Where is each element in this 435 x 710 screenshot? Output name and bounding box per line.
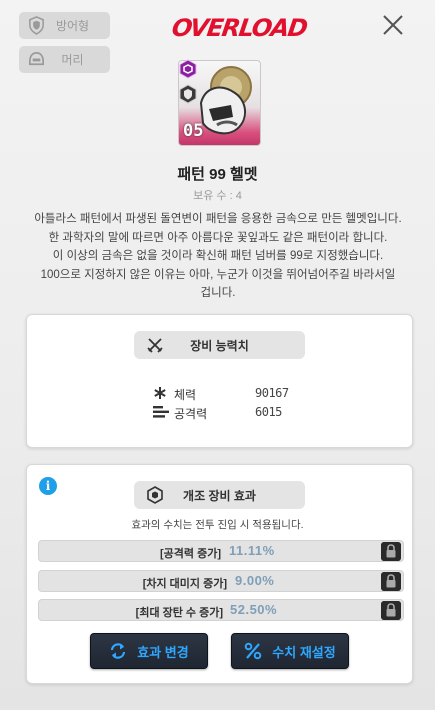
- effect-value: 9.00%: [235, 573, 275, 588]
- overload-section-header: 개조 장비 효과: [134, 481, 305, 509]
- slot-tag-head: 머리: [19, 46, 110, 73]
- effect-label: [공격력 증가]: [160, 548, 221, 560]
- lock-icon[interactable]: [381, 601, 401, 620]
- stat-label-hp: 체력: [174, 388, 197, 402]
- effect-note: 효과의 수치는 전투 진입 시 적용됩니다.: [131, 519, 304, 531]
- description-line: 아틀라스 패턴에서 파생된 돌연변이 패턴을 응용한 금속으로 만든 헬멧입니다…: [34, 213, 402, 225]
- stats-header-label: 장비 능력치: [190, 338, 249, 353]
- lock-icon[interactable]: [381, 572, 401, 591]
- effect-value: 11.11%: [229, 543, 275, 558]
- item-name: 패턴 99 헬멧: [177, 166, 258, 183]
- stats-section-header: 장비 능력치: [134, 331, 305, 359]
- refresh-icon: [111, 643, 126, 659]
- percent-icon: [244, 642, 262, 660]
- close-icon[interactable]: [380, 12, 406, 38]
- effect-row: [최대 장탄 수 증가] 52.50%: [38, 599, 404, 621]
- change-effect-label: 효과 변경: [137, 644, 189, 660]
- stat-value-attack: 6015: [255, 405, 282, 419]
- effect-label: [최대 장탄 수 증가]: [135, 607, 223, 619]
- description-line: 이 이상의 금속은 없을 것이라 확신해 패턴 넘버를 99로 지정했습니다.: [52, 250, 384, 262]
- asterisk-icon: [154, 387, 166, 399]
- reset-values-button[interactable]: 수치 재설정: [231, 633, 349, 669]
- change-effect-button[interactable]: 효과 변경: [90, 633, 208, 669]
- crossed-swords-icon: [147, 338, 163, 353]
- description-line: 겁니다.: [200, 287, 236, 299]
- info-icon[interactable]: i: [39, 477, 57, 495]
- attack-bars-icon: [153, 406, 169, 418]
- stats-panel: 장비 능력치 체력 90167 공격력 6015: [26, 314, 413, 448]
- description-line: 100으로 지정하지 않은 이유는 아마, 누군가 이것을 뛰어넘어주길 바라서…: [40, 268, 396, 281]
- overload-grade-icon: [179, 59, 197, 79]
- class-tag-label: 방어형: [55, 19, 90, 33]
- owned-count: 보유 수 : 4: [193, 190, 242, 202]
- item-description: 아틀라스 패턴에서 파생된 돌연변이 패턴을 응용한 금속으로 만든 헬멧입니다…: [18, 210, 418, 303]
- class-tag-defense: 방어형: [19, 12, 110, 39]
- effect-value: 52.50%: [230, 602, 278, 617]
- effect-label: [차지 대미지 증가]: [142, 578, 227, 590]
- equipment-number: 05: [183, 121, 204, 141]
- overload-logo: OVERLOAD: [170, 14, 309, 42]
- stat-label-attack: 공격력: [174, 407, 208, 421]
- slot-tag-label: 머리: [61, 53, 84, 67]
- effect-row: [공격력 증가] 11.11%: [38, 540, 404, 562]
- description-line: 한 과학자의 말에 따르면 아주 아름다운 꽃잎과도 같은 패턴이라 합니다.: [48, 231, 388, 244]
- lock-icon[interactable]: [381, 542, 401, 561]
- reset-values-label: 수치 재설정: [272, 644, 336, 660]
- overload-module-icon: [147, 486, 163, 504]
- effect-row: [차지 대미지 증가] 9.00%: [38, 570, 404, 592]
- defense-type-badge-icon: [179, 84, 197, 104]
- overload-header-label: 개조 장비 효과: [183, 488, 256, 503]
- stat-value-hp: 90167: [255, 386, 289, 400]
